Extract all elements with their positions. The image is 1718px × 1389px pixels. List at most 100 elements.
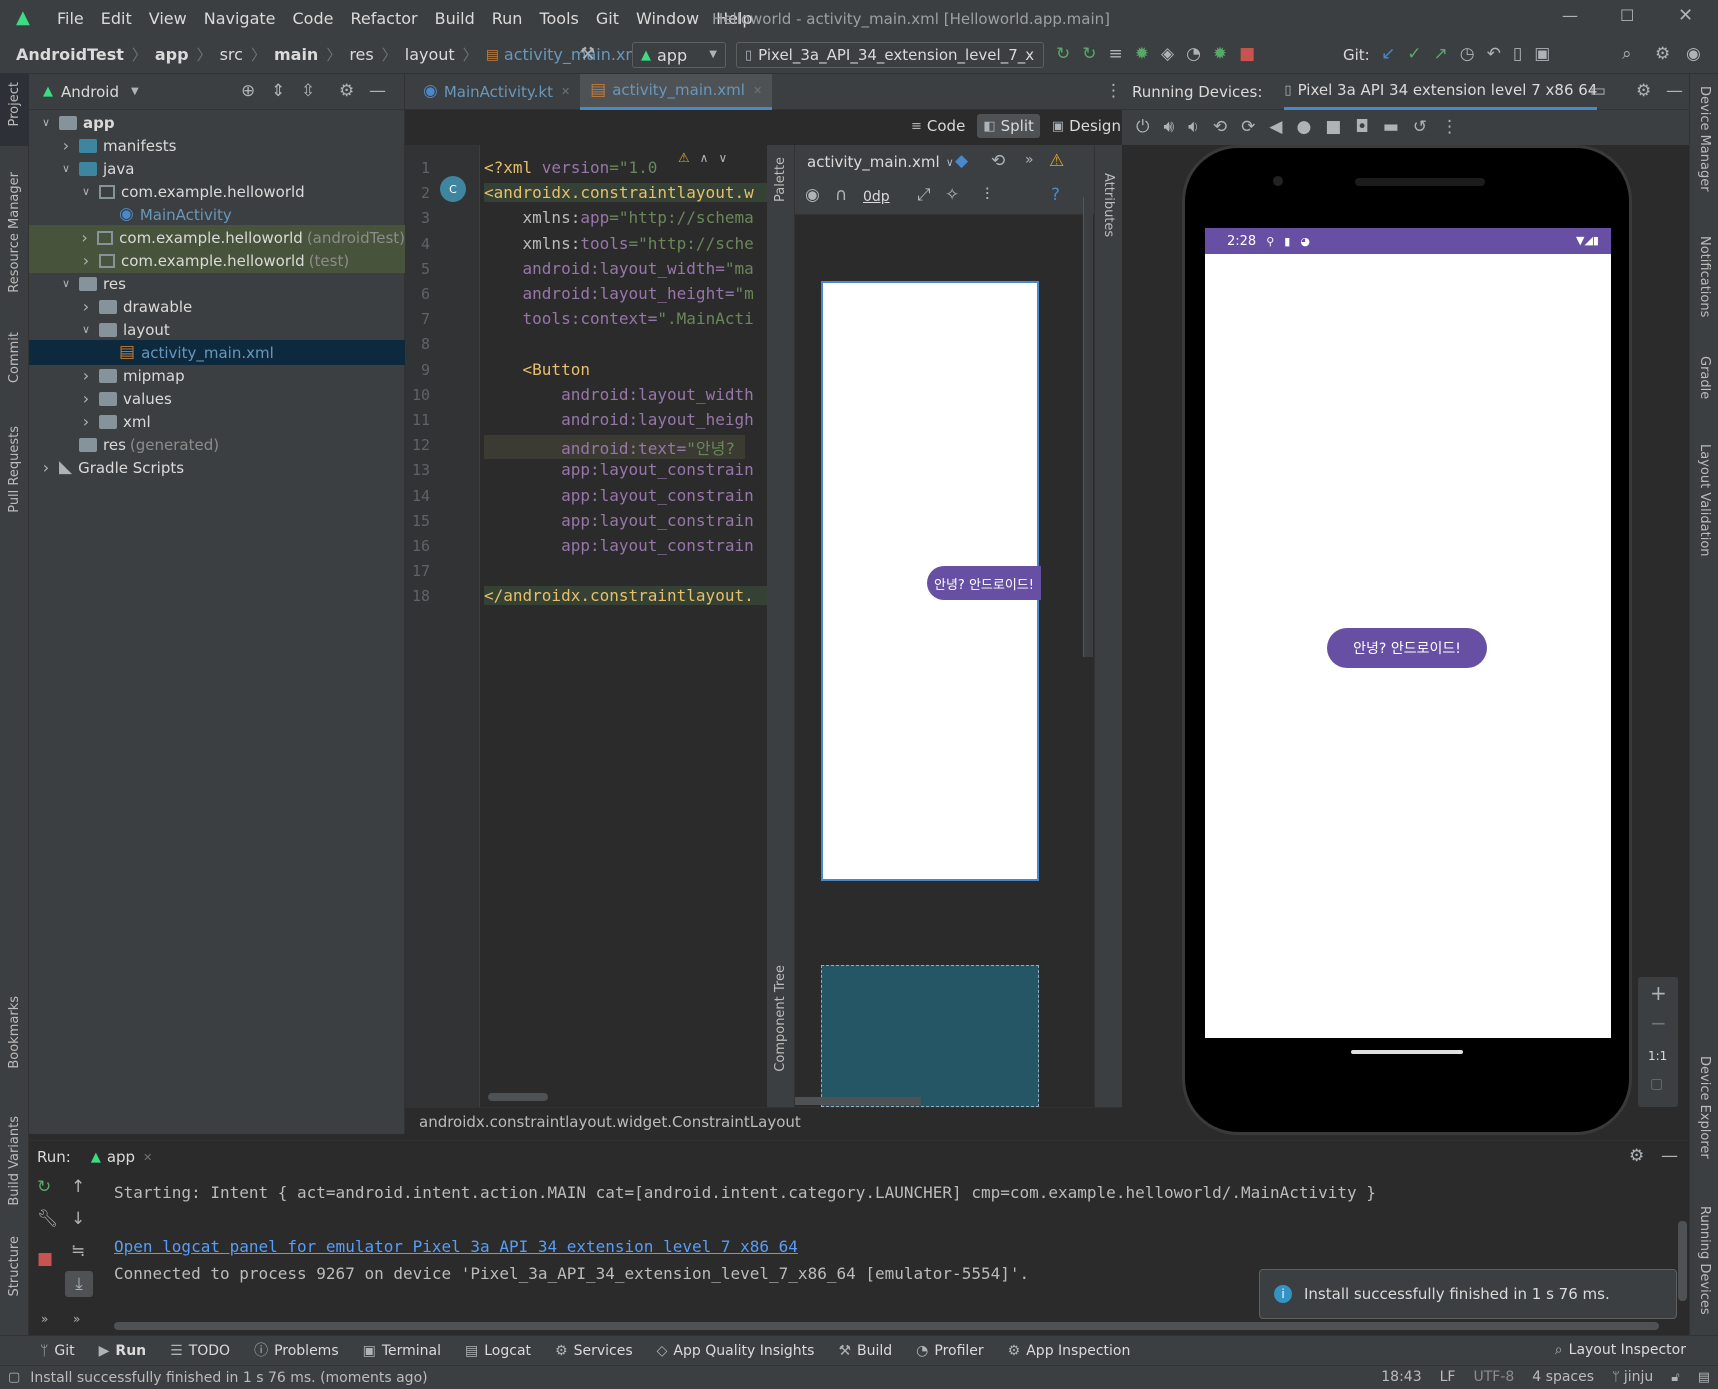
- bookmarks-tool-tab[interactable]: Bookmarks: [7, 996, 22, 1069]
- tree-item[interactable]: ∨ com.example.helloworld: [29, 179, 405, 204]
- design-file-combo[interactable]: activity_main.xml ∨: [807, 153, 954, 171]
- maximize-icon[interactable]: ☐: [1620, 8, 1634, 24]
- menu-git[interactable]: Git: [596, 9, 619, 28]
- device-tab[interactable]: ▯ Pixel 3a API 34 extension level 7 x86 …: [1284, 74, 1598, 110]
- breadcrumb-item[interactable]: layout: [405, 45, 455, 64]
- stop-icon[interactable]: ■: [1239, 46, 1255, 63]
- tree-item[interactable]: › com.example.helloworld (androidTest): [29, 225, 405, 250]
- component-breadcrumb-label[interactable]: androidx.constraintlayout.widget.Constra…: [419, 1113, 801, 1131]
- up-arrow-icon[interactable]: ↑: [71, 1179, 85, 1196]
- apply-changes-icon[interactable]: ↻: [1056, 46, 1070, 63]
- palette-tool-tab[interactable]: Palette: [773, 157, 788, 202]
- history-icon[interactable]: ◷: [1460, 46, 1475, 63]
- layout-validation-tool-tab[interactable]: Layout Validation: [1697, 444, 1712, 557]
- chevron-down-icon[interactable]: ∨: [718, 152, 727, 164]
- resource-manager-tool-tab[interactable]: Resource Manager: [7, 172, 22, 293]
- chevron-down-icon[interactable]: ∨: [59, 277, 73, 290]
- close-tab-icon[interactable]: ✕: [561, 86, 570, 97]
- infer-constraints-icon[interactable]: ✧: [945, 187, 959, 204]
- guidelines-icon[interactable]: ⫶: [985, 187, 989, 204]
- chevron-right-icon[interactable]: ›: [79, 389, 93, 408]
- chevron-down-icon[interactable]: ∨: [79, 323, 93, 336]
- component-tree-tool-tab[interactable]: Component Tree: [773, 965, 788, 1072]
- breadcrumb-item[interactable]: res: [349, 45, 373, 64]
- blueprint-canvas[interactable]: [821, 965, 1039, 1107]
- default-margin[interactable]: 0dp: [863, 189, 890, 205]
- menu-build[interactable]: Build: [435, 9, 475, 28]
- chevron-right-icon[interactable]: ›: [39, 458, 53, 477]
- chevron-right-icon[interactable]: ›: [79, 251, 93, 270]
- soft-wrap-icon[interactable]: ≒: [71, 1243, 85, 1260]
- git-push-icon[interactable]: ↗: [1434, 46, 1448, 63]
- eye-icon[interactable]: ◉: [805, 187, 820, 204]
- settings-icon[interactable]: ⚙: [1629, 1148, 1644, 1165]
- bottom-tab-todo[interactable]: ☰ TODO: [170, 1343, 230, 1359]
- split-mode-button[interactable]: ◧ Split: [977, 114, 1040, 138]
- help-icon[interactable]: ?: [1051, 187, 1060, 204]
- preview-button[interactable]: 안녕? 안드로이드!: [927, 566, 1041, 600]
- chevron-down-icon[interactable]: ▼: [131, 86, 139, 97]
- tree-item[interactable]: › manifests: [29, 133, 405, 158]
- caret-position[interactable]: 18:43: [1381, 1369, 1421, 1385]
- chevron-down-icon[interactable]: ∨: [39, 116, 53, 129]
- apply-code-changes-icon[interactable]: ↻: [1082, 46, 1096, 63]
- bottom-tab-build[interactable]: ⚒ Build: [838, 1343, 892, 1359]
- tree-item[interactable]: › mipmap: [29, 363, 405, 388]
- tree-item[interactable]: ∨ java: [29, 156, 405, 181]
- bottom-tab-profiler[interactable]: ◔ Profiler: [916, 1343, 984, 1359]
- volume-up-icon[interactable]: 🔊︎: [1163, 119, 1174, 136]
- magnet-icon[interactable]: ∩: [835, 187, 847, 204]
- more-icon[interactable]: »: [41, 1313, 48, 1325]
- tree-item[interactable]: ◉ MainActivity: [29, 202, 405, 227]
- device-manager-tool-tab[interactable]: Device Manager: [1697, 86, 1712, 192]
- layout-inspector-tab[interactable]: ⌕ Layout Inspector: [1555, 1342, 1686, 1358]
- breadcrumb-item[interactable]: src: [220, 45, 243, 64]
- console-horizontal-scrollbar[interactable]: [114, 1322, 1659, 1330]
- console-scrollbar[interactable]: [1678, 1221, 1687, 1301]
- rerun-icon[interactable]: ↻: [37, 1179, 51, 1196]
- tree-item[interactable]: › com.example.helloworld (test): [29, 248, 405, 273]
- orientation-icon[interactable]: ⟲: [991, 153, 1005, 170]
- menu-refactor[interactable]: Refactor: [350, 9, 417, 28]
- notifications-tool-tab[interactable]: Notifications: [1697, 236, 1712, 317]
- tree-item[interactable]: res (generated): [29, 432, 405, 457]
- tree-item[interactable]: ∨ layout: [29, 317, 405, 342]
- snapshot-icon[interactable]: ↺: [1413, 119, 1427, 136]
- rotate-right-icon[interactable]: ⟳: [1241, 119, 1255, 136]
- clear-constraints-icon[interactable]: ⤢: [917, 187, 931, 204]
- design-vertical-scrollbar[interactable]: [1083, 197, 1093, 657]
- indent-setting[interactable]: 4 spaces: [1532, 1369, 1594, 1385]
- design-horizontal-scrollbar[interactable]: [795, 1097, 921, 1105]
- bottom-tab-app-quality-insights[interactable]: ◇ App Quality Insights: [657, 1343, 815, 1359]
- device-manager-icon[interactable]: ▯: [1513, 46, 1522, 63]
- breadcrumb-item[interactable]: main: [274, 45, 318, 64]
- breadcrumb-item[interactable]: AndroidTest: [16, 45, 124, 64]
- project-tool-tab[interactable]: Project: [7, 82, 22, 126]
- attach-debugger-icon[interactable]: ✹: [1213, 46, 1227, 63]
- close-tab-icon[interactable]: ✕: [143, 1152, 152, 1163]
- zoom-in-icon[interactable]: +: [1650, 983, 1667, 1003]
- pull-requests-tool-tab[interactable]: Pull Requests: [7, 426, 22, 513]
- profile-icon[interactable]: ◔: [1186, 46, 1201, 63]
- structure-tool-tab[interactable]: Structure: [7, 1236, 22, 1296]
- settings-icon[interactable]: ⚙: [1655, 46, 1670, 63]
- breadcrumb-item[interactable]: activity_main.xml: [504, 45, 646, 64]
- account-icon[interactable]: ◉: [1686, 46, 1701, 63]
- hide-icon[interactable]: —: [1666, 83, 1683, 100]
- scroll-to-end-icon[interactable]: ⤓: [65, 1271, 93, 1297]
- volume-down-icon[interactable]: 🔉︎: [1188, 119, 1199, 136]
- commit-tool-tab[interactable]: Commit: [7, 332, 22, 383]
- menu-run[interactable]: Run: [492, 9, 523, 28]
- gesture-bar[interactable]: [1351, 1050, 1463, 1054]
- more-icon[interactable]: ⋮: [1441, 119, 1458, 136]
- menu-navigate[interactable]: Navigate: [204, 9, 276, 28]
- zoom-out-icon[interactable]: −: [1650, 1013, 1667, 1033]
- menu-window[interactable]: Window: [636, 9, 699, 28]
- phone-screen[interactable]: 2:28 ⚲ ▮ ◕ ▼◢▮ 안녕? 안드로이드!: [1205, 228, 1611, 1038]
- device-explorer-tool-tab[interactable]: Device Explorer: [1697, 1056, 1712, 1159]
- bottom-tab-terminal[interactable]: ▣ Terminal: [363, 1343, 441, 1359]
- rotate-left-icon[interactable]: ⟲: [1213, 119, 1227, 136]
- minimize-icon[interactable]: —: [1562, 8, 1578, 24]
- git-branch[interactable]: ᛘ jinju: [1612, 1369, 1653, 1385]
- overview-icon[interactable]: ■: [1325, 119, 1341, 136]
